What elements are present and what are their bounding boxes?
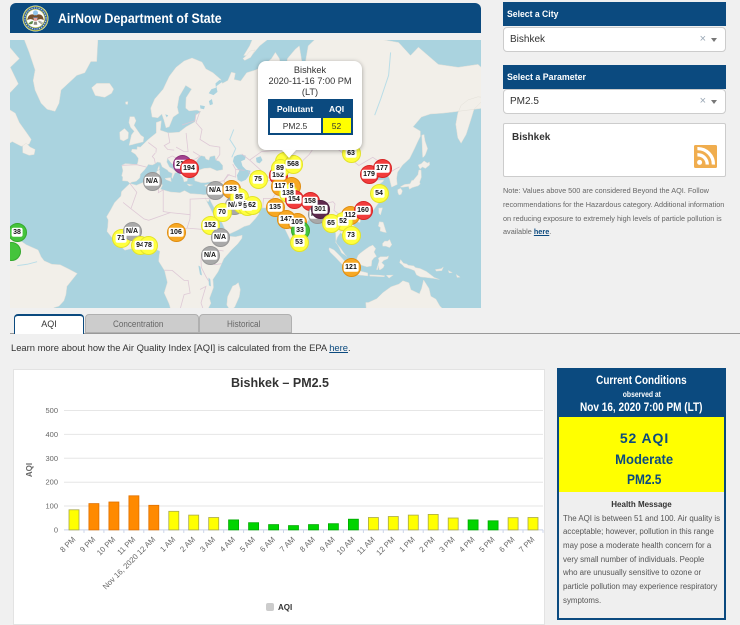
svg-text:8 PM: 8 PM (58, 535, 77, 554)
svg-text:0: 0 (54, 525, 58, 534)
svg-text:11 AM: 11 AM (355, 535, 377, 557)
svg-text:AQI: AQI (278, 603, 292, 612)
svg-text:3 PM: 3 PM (437, 535, 456, 554)
svg-text:7 PM: 7 PM (517, 535, 536, 554)
svg-text:1 PM: 1 PM (397, 535, 416, 554)
svg-text:3 AM: 3 AM (198, 535, 217, 554)
svg-text:2 AM: 2 AM (178, 535, 197, 554)
svg-text:300: 300 (45, 454, 58, 463)
svg-text:Bishkek – PM2.5: Bishkek – PM2.5 (231, 376, 329, 390)
svg-text:100: 100 (45, 502, 58, 511)
svg-text:6 PM: 6 PM (497, 535, 516, 554)
svg-text:8 AM: 8 AM (298, 535, 317, 554)
svg-text:10 PM: 10 PM (95, 535, 117, 557)
svg-text:7 AM: 7 AM (278, 535, 297, 554)
svg-text:12 PM: 12 PM (374, 535, 396, 557)
svg-text:10 AM: 10 AM (335, 535, 357, 557)
svg-text:5 PM: 5 PM (477, 535, 496, 554)
svg-text:400: 400 (45, 430, 58, 439)
svg-text:200: 200 (45, 478, 58, 487)
svg-text:AQI: AQI (25, 463, 34, 477)
svg-text:6 AM: 6 AM (258, 535, 277, 554)
svg-text:4 PM: 4 PM (457, 535, 476, 554)
svg-text:2 PM: 2 PM (417, 535, 436, 554)
svg-text:4 AM: 4 AM (218, 535, 237, 554)
svg-text:500: 500 (45, 406, 58, 415)
svg-text:1 AM: 1 AM (158, 535, 177, 554)
svg-text:5 AM: 5 AM (238, 535, 257, 554)
